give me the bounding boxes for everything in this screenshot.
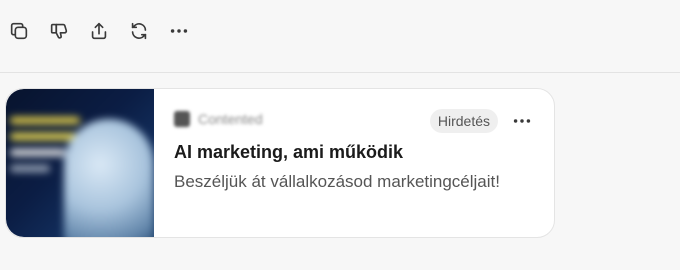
regenerate-button[interactable]	[123, 15, 155, 47]
sponsored-ad-card[interactable]: Contented Hirdetés AI marketing, ami műk…	[5, 88, 555, 238]
advertiser-name: Contented	[198, 111, 263, 127]
ad-thumbnail	[6, 89, 154, 237]
more-horizontal-icon	[513, 119, 531, 123]
more-options-button[interactable]	[163, 15, 195, 47]
section-divider	[0, 72, 680, 73]
ad-more-options-button[interactable]	[508, 109, 536, 133]
page: Contented Hirdetés AI marketing, ami műk…	[0, 0, 680, 270]
dislike-button[interactable]	[43, 15, 75, 47]
advertiser[interactable]: Contented	[174, 111, 263, 127]
copy-button[interactable]	[3, 15, 35, 47]
ad-content: Contented Hirdetés AI marketing, ami műk…	[174, 89, 554, 237]
ad-title[interactable]: AI marketing, ami működik	[174, 142, 403, 163]
sponsored-badge: Hirdetés	[429, 109, 498, 133]
more-horizontal-icon	[170, 29, 188, 33]
share-icon	[91, 22, 107, 40]
thumbs-down-icon	[50, 23, 68, 39]
refresh-icon	[131, 22, 147, 40]
ad-description: Beszéljük át vállalkozásod marketingcélj…	[174, 172, 500, 191]
share-button[interactable]	[83, 15, 115, 47]
message-action-toolbar	[3, 15, 203, 47]
copy-icon	[10, 22, 28, 40]
advertiser-logo	[174, 111, 190, 127]
